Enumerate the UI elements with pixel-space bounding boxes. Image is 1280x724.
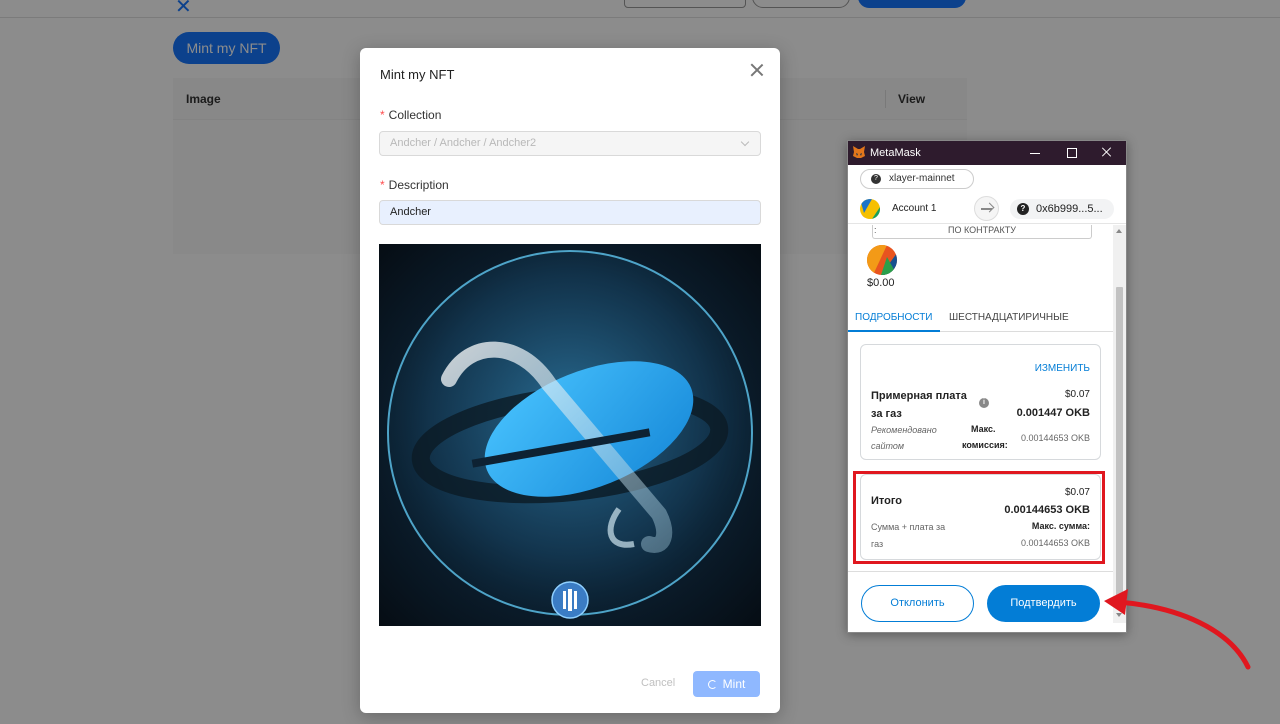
- avatar-jazzicon: [860, 199, 880, 219]
- tab-details[interactable]: ПОДРОБНОСТИ: [855, 312, 933, 323]
- close-window-icon[interactable]: [1100, 145, 1114, 159]
- gas-max-label-line2: комиссия:: [962, 440, 1008, 450]
- gas-fee-card: ИЗМЕНИТЬ Примерная плата за газ i $0.07 …: [860, 344, 1101, 460]
- confirm-button[interactable]: Подтвердить: [987, 585, 1100, 622]
- description-label: * Description: [380, 178, 449, 192]
- info-icon[interactable]: i: [979, 398, 989, 408]
- scroll-thumb[interactable]: [1116, 287, 1123, 597]
- mint-button-label: Mint: [722, 677, 746, 691]
- gas-usd: $0.07: [1064, 389, 1090, 400]
- recipient-address[interactable]: ? 0x6b999...5...: [1010, 199, 1114, 219]
- network-selector[interactable]: ? xlayer-mainnet: [860, 169, 974, 189]
- metamask-fox-icon: [853, 146, 865, 158]
- question-icon: ?: [871, 174, 881, 184]
- transaction-amount: $0.00: [867, 277, 895, 289]
- mint-button[interactable]: Mint: [693, 671, 760, 697]
- required-asterisk: *: [380, 178, 385, 192]
- description-input[interactable]: Andcher: [379, 200, 761, 225]
- collection-select-value: Andcher / Andcher / Andcher2: [390, 137, 537, 149]
- modal-title: Mint my NFT: [380, 67, 455, 82]
- account-avatar: [860, 199, 880, 219]
- minimize-icon[interactable]: [1028, 145, 1042, 159]
- question-icon: ?: [1017, 203, 1029, 215]
- scroll-up-icon[interactable]: [1116, 229, 1122, 233]
- scrollbar[interactable]: [1113, 225, 1126, 623]
- reject-button[interactable]: Отклонить: [861, 585, 974, 622]
- active-tab-indicator: [848, 330, 940, 332]
- metamask-window-title: MetaMask: [870, 147, 921, 159]
- recipient-address-text: 0x6b999...5...: [1036, 203, 1103, 215]
- gas-recommended-line2: сайтом: [871, 441, 905, 451]
- contract-interaction-chip: ПО КОНТРАКТУ: [872, 225, 1092, 239]
- collection-label-text: Collection: [388, 108, 442, 122]
- cancel-button[interactable]: Cancel: [641, 677, 675, 689]
- loading-spinner-icon: [707, 680, 717, 689]
- gas-recommended-line1: Рекомендовано: [871, 425, 937, 435]
- gas-title-line1: Примерная плата: [871, 390, 967, 402]
- close-icon[interactable]: [748, 61, 766, 79]
- token-icon: [867, 245, 897, 275]
- arrow-right-icon: [974, 196, 999, 221]
- annotation-highlight-box: [853, 471, 1105, 564]
- account-row: Account 1 ? 0x6b999...5...: [848, 194, 1126, 224]
- details-tabs: ПОДРОБНОСТИ ШЕСТНАДЦАТИРИЧНЫЕ: [848, 305, 1113, 332]
- collection-label: * Collection: [380, 108, 441, 122]
- account-name[interactable]: Account 1: [892, 203, 936, 214]
- gas-okb: 0.001447 OKB: [1016, 407, 1090, 419]
- annotation-arrow-icon: [1104, 589, 1251, 670]
- gas-title-line2: за газ: [871, 408, 902, 420]
- edit-gas-link[interactable]: ИЗМЕНИТЬ: [1035, 363, 1090, 374]
- nft-preview-image: [379, 244, 761, 626]
- metamask-footer: Отклонить Подтвердить: [848, 571, 1113, 632]
- metamask-titlebar[interactable]: MetaMask: [848, 141, 1126, 165]
- mint-nft-modal: Mint my NFT * Collection Andcher / Andche…: [360, 48, 780, 713]
- maximize-icon[interactable]: [1064, 145, 1078, 159]
- chevron-down-icon: [740, 137, 750, 147]
- nft-artwork: [379, 244, 761, 626]
- gas-max-label-line1: Макс.: [971, 424, 996, 434]
- gas-max-value: 0.00144653 OKB: [1020, 433, 1090, 443]
- collection-select[interactable]: Andcher / Andcher / Andcher2: [379, 131, 761, 156]
- token-jazzicon: [867, 245, 897, 275]
- network-name: xlayer-mainnet: [889, 173, 955, 184]
- required-asterisk: *: [380, 108, 385, 122]
- tab-hex[interactable]: ШЕСТНАДЦАТИРИЧНЫЕ: [949, 312, 1069, 323]
- description-label-text: Description: [388, 178, 449, 192]
